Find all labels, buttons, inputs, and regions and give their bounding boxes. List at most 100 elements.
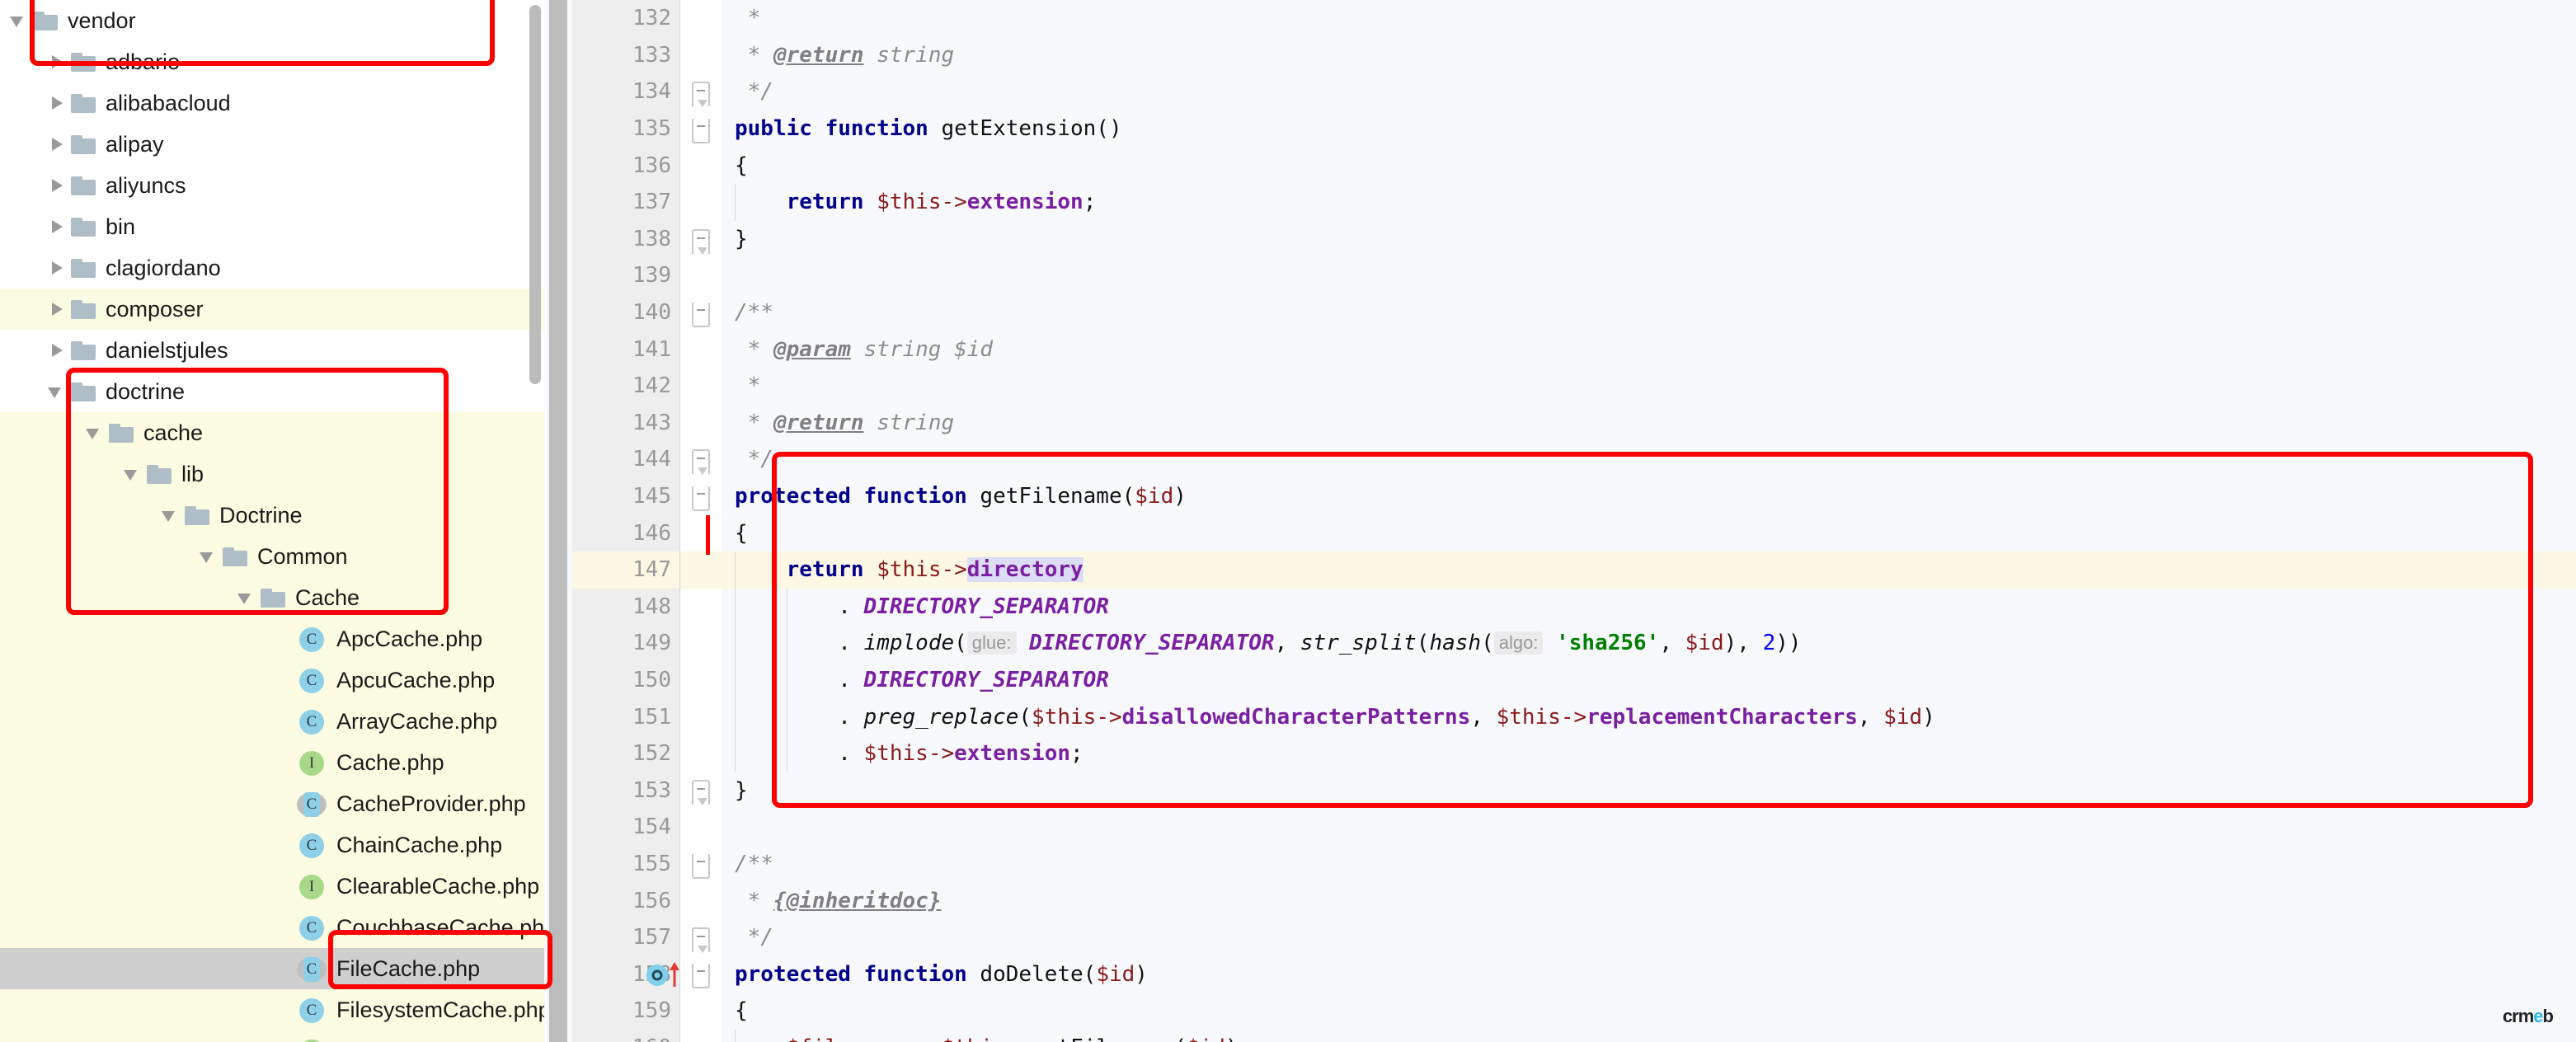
line-number[interactable]: 154	[572, 809, 679, 846]
code-line[interactable]: 154	[572, 809, 2576, 846]
line-number[interactable]: 136	[572, 147, 679, 184]
chevron-right-icon[interactable]	[45, 165, 69, 206]
line-number[interactable]: 133	[572, 36, 679, 74]
line-number[interactable]: 141	[572, 331, 679, 368]
chevron-right-icon[interactable]	[45, 41, 69, 82]
chevron-right-icon[interactable]	[45, 206, 69, 247]
code-line[interactable]: 157 */	[572, 918, 2576, 956]
code-text[interactable]: return $this -> extension;	[722, 183, 2576, 221]
tree-row[interactable]: clagiordano	[0, 247, 544, 289]
code-text[interactable]: /**	[722, 293, 2576, 331]
code-text[interactable]: . DIRECTORY_SEPARATOR	[722, 588, 2576, 626]
tree-row[interactable]: Common	[0, 536, 544, 577]
code-line[interactable]: 151 . preg_replace($this -> disallowedChar…	[572, 698, 2576, 735]
tree-row[interactable]: vendor	[0, 0, 544, 41]
tree-row[interactable]: danielstjules	[0, 330, 544, 371]
code-fold-icon[interactable]	[692, 927, 710, 953]
code-text[interactable]: }	[722, 220, 2576, 258]
code-fold-icon[interactable]	[692, 780, 710, 806]
code-editor-panel[interactable]: 132 * 133 * @return string 134 */135 publi…	[544, 0, 2576, 1042]
fold-gutter[interactable]	[680, 698, 722, 735]
line-number[interactable]: 159	[572, 993, 679, 1030]
fold-gutter[interactable]	[680, 588, 722, 626]
editor-vertical-scrollbar[interactable]	[549, 0, 567, 1042]
code-lines-container[interactable]: 132 * 133 * @return string 134 */135 publi…	[572, 0, 2576, 1042]
code-text[interactable]: . $this -> extension;	[722, 735, 2576, 772]
line-number[interactable]: 138	[572, 220, 679, 258]
tree-row[interactable]: I FlushableCache.php	[0, 1030, 544, 1042]
chevron-down-icon[interactable]	[120, 453, 145, 495]
tree-row[interactable]: alibabacloud	[0, 82, 544, 124]
tree-row[interactable]: Cache	[0, 577, 544, 618]
fold-gutter[interactable]	[680, 772, 722, 810]
code-line[interactable]: 140 /**	[572, 293, 2576, 331]
code-line[interactable]: 160 $filename = $this->getFilename($id);	[572, 1029, 2576, 1042]
code-line[interactable]: 134 */	[572, 73, 2576, 110]
tree-row[interactable]: I ClearableCache.php	[0, 866, 544, 907]
overriding-method-icon[interactable]	[645, 960, 691, 988]
fold-gutter[interactable]	[680, 293, 722, 331]
fold-gutter[interactable]	[680, 882, 722, 919]
line-number[interactable]: 134	[572, 73, 679, 110]
line-number[interactable]: 137	[572, 183, 679, 221]
code-fold-icon[interactable]	[692, 82, 710, 108]
code-text[interactable]: }	[722, 772, 2576, 810]
line-number[interactable]: 160	[572, 1029, 679, 1042]
fold-gutter[interactable]	[680, 257, 722, 294]
code-text[interactable]: {	[722, 993, 2576, 1030]
line-number[interactable]: 135	[572, 110, 679, 148]
tree-row[interactable]: alipay	[0, 124, 544, 165]
tree-row[interactable]: aliyuncs	[0, 165, 544, 206]
chevron-down-icon[interactable]	[7, 0, 31, 41]
code-line[interactable]: 143 * @return string	[572, 404, 2576, 442]
code-fold-icon[interactable]	[692, 486, 710, 511]
code-fold-icon[interactable]	[692, 964, 710, 989]
code-text[interactable]: * @return string	[722, 36, 2576, 74]
code-text[interactable]: *	[722, 367, 2576, 405]
code-text[interactable]: public function getExtension()	[722, 110, 2576, 148]
code-text[interactable]: */	[722, 73, 2576, 110]
code-text[interactable]: */	[722, 441, 2576, 478]
fold-gutter[interactable]	[680, 110, 722, 148]
code-line[interactable]: 145 protected function getFilename($id)	[572, 477, 2576, 515]
fold-gutter[interactable]	[680, 514, 722, 552]
code-line[interactable]: 138}	[572, 220, 2576, 258]
tree-row[interactable]: C CacheProvider.php	[0, 783, 544, 824]
fold-gutter[interactable]	[680, 73, 722, 110]
code-text[interactable]: return $this -> directory	[722, 551, 2576, 589]
code-line[interactable]: 137 return $this -> extension;	[572, 183, 2576, 221]
fold-gutter[interactable]	[680, 845, 722, 883]
line-number[interactable]: 140	[572, 293, 679, 331]
code-fold-icon[interactable]	[692, 118, 710, 143]
line-number[interactable]: 148	[572, 588, 679, 626]
fold-gutter[interactable]	[680, 477, 722, 515]
tree-row[interactable]: C FilesystemCache.php	[0, 989, 544, 1030]
fold-gutter[interactable]	[680, 735, 722, 772]
code-line[interactable]: 133 * @return string	[572, 36, 2576, 74]
code-text[interactable]: . DIRECTORY_SEPARATOR	[722, 661, 2576, 699]
line-number[interactable]: 155	[572, 845, 679, 883]
fold-gutter[interactable]	[680, 331, 722, 368]
code-line[interactable]: 155 /**	[572, 845, 2576, 883]
fold-gutter[interactable]	[680, 183, 722, 221]
code-line[interactable]: 146 {	[572, 514, 2576, 552]
tree-row[interactable]: C CouchbaseCache.php	[0, 907, 544, 948]
code-line[interactable]: 153}	[572, 772, 2576, 810]
code-line[interactable]: 150 . DIRECTORY_SEPARATOR	[572, 661, 2576, 699]
tree-row[interactable]: C ArrayCache.php	[0, 701, 544, 742]
code-line[interactable]: 147 return $this -> directory	[572, 551, 2576, 589]
code-line[interactable]: 144 */	[572, 441, 2576, 478]
code-line[interactable]: 142 *	[572, 367, 2576, 405]
tree-row[interactable]: adbario	[0, 41, 544, 82]
chevron-right-icon[interactable]	[45, 82, 69, 124]
code-text[interactable]: * @param string $id	[722, 331, 2576, 368]
line-number[interactable]: 158	[572, 955, 679, 993]
line-number[interactable]: 139	[572, 257, 679, 294]
code-text[interactable]: {	[722, 514, 2576, 552]
code-text[interactable]	[722, 809, 2576, 846]
line-number[interactable]: 142	[572, 367, 679, 405]
tree-row[interactable]: doctrine	[0, 371, 544, 412]
code-fold-icon[interactable]	[692, 228, 710, 255]
line-number[interactable]: 144	[572, 441, 679, 478]
fold-gutter[interactable]	[680, 625, 722, 662]
